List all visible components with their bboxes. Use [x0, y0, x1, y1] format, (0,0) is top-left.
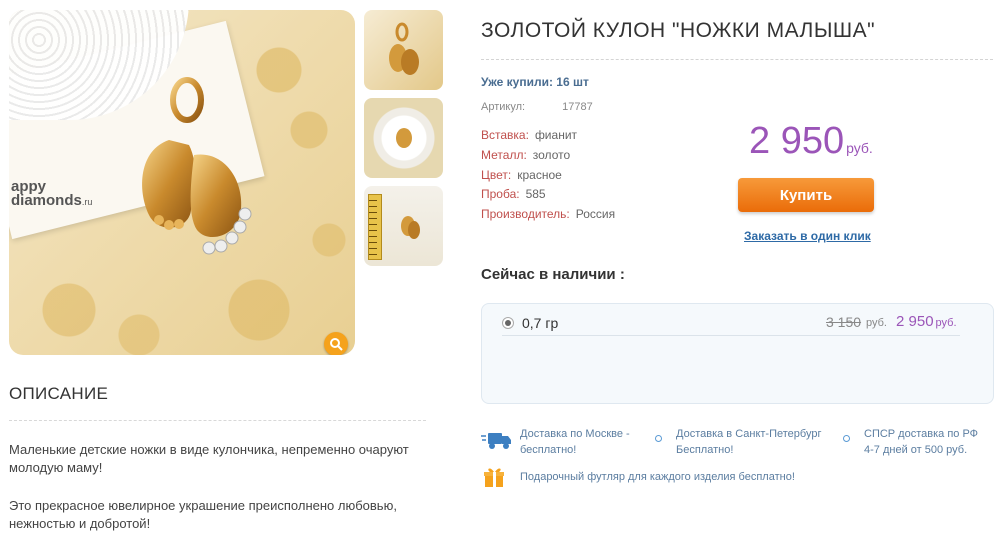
- description-paragraph: Это прекрасное ювелирное украшение преис…: [9, 498, 397, 531]
- thumbnail-1[interactable]: [364, 10, 443, 90]
- old-price-currency: руб.: [866, 317, 887, 329]
- stock-option-row[interactable]: 0,7 гр 3 150 руб. 2 950 руб.: [502, 313, 960, 336]
- delivery-moscow: Доставка по Москве - бесплатно!: [520, 428, 630, 456]
- price-currency: руб.: [846, 140, 873, 156]
- property-row: Металл: золото: [481, 147, 571, 162]
- pendant-image: [142, 77, 252, 255]
- bullet-icon: [843, 435, 850, 442]
- delivery-spb: Доставка в Санкт-Петербург Бесплатно!: [676, 428, 822, 456]
- pendant-thumbnail-icon: [389, 22, 419, 75]
- property-row: Цвет: красное: [481, 167, 562, 182]
- property-row: Производитель: Россия: [481, 207, 616, 222]
- option-radio[interactable]: [502, 317, 514, 329]
- zoom-button[interactable]: [324, 332, 348, 355]
- main-product-image[interactable]: appy diamonds.ru: [9, 10, 355, 355]
- purchase-count: Уже купили: 16 шт: [481, 75, 589, 89]
- buy-button[interactable]: Купить: [738, 178, 874, 212]
- gift-icon: [484, 468, 504, 487]
- magnifier-icon: [330, 338, 343, 351]
- thumbnail-2[interactable]: [364, 98, 443, 178]
- product-properties: Вставка: фианит Металл: золото Цвет: красно…: [481, 126, 615, 225]
- stock-heading: Сейчас в наличии :: [481, 266, 625, 283]
- one-click-order-link[interactable]: Заказать в один клик: [744, 229, 871, 243]
- divider: [481, 59, 993, 60]
- option-weight: 0,7 гр: [522, 315, 559, 331]
- watermark-logo: appy diamonds.ru: [11, 178, 93, 209]
- divider: [9, 420, 426, 421]
- bullet-icon: [655, 435, 662, 442]
- new-price: 2 950 руб.: [896, 313, 957, 330]
- product-title: ЗОЛОТОЙ КУЛОН "НОЖКИ МАЛЫША": [481, 19, 876, 42]
- ruler-icon: [368, 194, 382, 260]
- sku-label: Артикул:: [481, 101, 526, 113]
- price-value: 2 950: [749, 120, 845, 162]
- pendant-thumbnail-icon: [396, 128, 412, 148]
- delivery-truck-icon: [481, 433, 511, 449]
- gift-box-note: Подарочный футляр для каждого изделия бе…: [520, 471, 795, 483]
- description-paragraph: Маленькие детские ножки в виде кулончика…: [9, 442, 409, 475]
- sku-value: 17787: [562, 101, 593, 113]
- description-heading: ОПИСАНИЕ: [9, 384, 109, 403]
- product-price: 2 950 руб.: [749, 120, 873, 163]
- property-row: Вставка: фианит: [481, 128, 578, 142]
- delivery-russia: СПСР доставка по РФ 4-7 дней от 500 руб.: [864, 428, 979, 456]
- sku: Артикул: 17787: [481, 101, 593, 113]
- old-price: 3 150: [826, 314, 862, 330]
- property-row: Проба: 585: [481, 187, 546, 202]
- thumbnail-3[interactable]: [364, 186, 443, 266]
